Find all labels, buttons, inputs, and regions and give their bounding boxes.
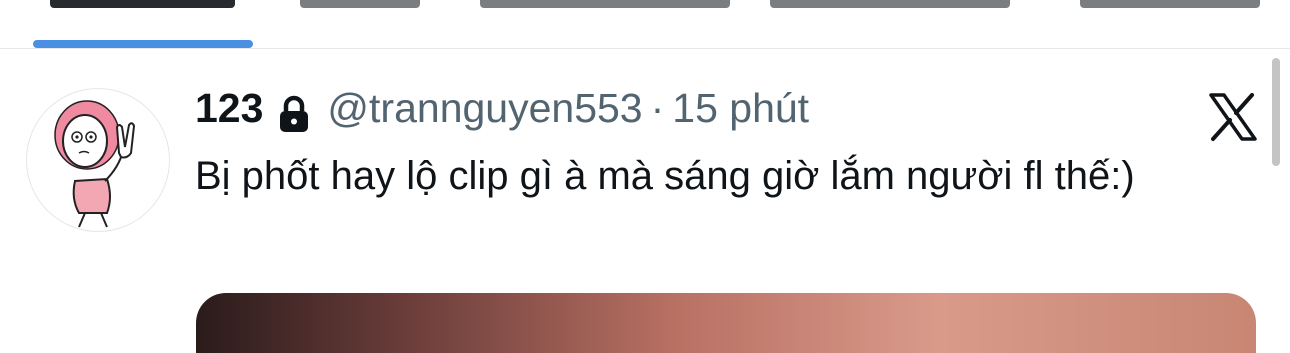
user-handle[interactable]: @trannguyen553 bbox=[327, 78, 642, 138]
avatar[interactable] bbox=[26, 88, 170, 232]
avatar-illustration bbox=[54, 100, 136, 228]
tab-ghost-text[interactable] bbox=[1080, 0, 1260, 8]
tab-ghost-text[interactable] bbox=[480, 0, 730, 8]
x-logo-icon bbox=[1208, 92, 1258, 142]
timestamp[interactable]: 15 phút bbox=[672, 78, 809, 138]
tab-divider bbox=[0, 48, 1290, 49]
tweet-header: 123 @trannguyen553 · 15 phút bbox=[195, 78, 809, 138]
active-tab-indicator bbox=[33, 40, 253, 48]
display-name[interactable]: 123 bbox=[195, 78, 263, 138]
tweet-text: Bị phốt hay lộ clip gì à mà sáng giờ lắm… bbox=[195, 154, 1135, 198]
tab-strip bbox=[0, 0, 1290, 50]
scrollbar[interactable] bbox=[1272, 58, 1280, 166]
tab-ghost-text[interactable] bbox=[300, 0, 420, 8]
media-preview[interactable] bbox=[196, 293, 1256, 353]
tweet[interactable]: 123 @trannguyen553 · 15 phút Bị phốt hay… bbox=[0, 50, 1290, 353]
meta-separator: · bbox=[650, 85, 665, 131]
tab-active-ghost-text[interactable] bbox=[50, 0, 235, 8]
lock-icon bbox=[277, 90, 311, 132]
tab-ghost-text[interactable] bbox=[770, 0, 1010, 8]
